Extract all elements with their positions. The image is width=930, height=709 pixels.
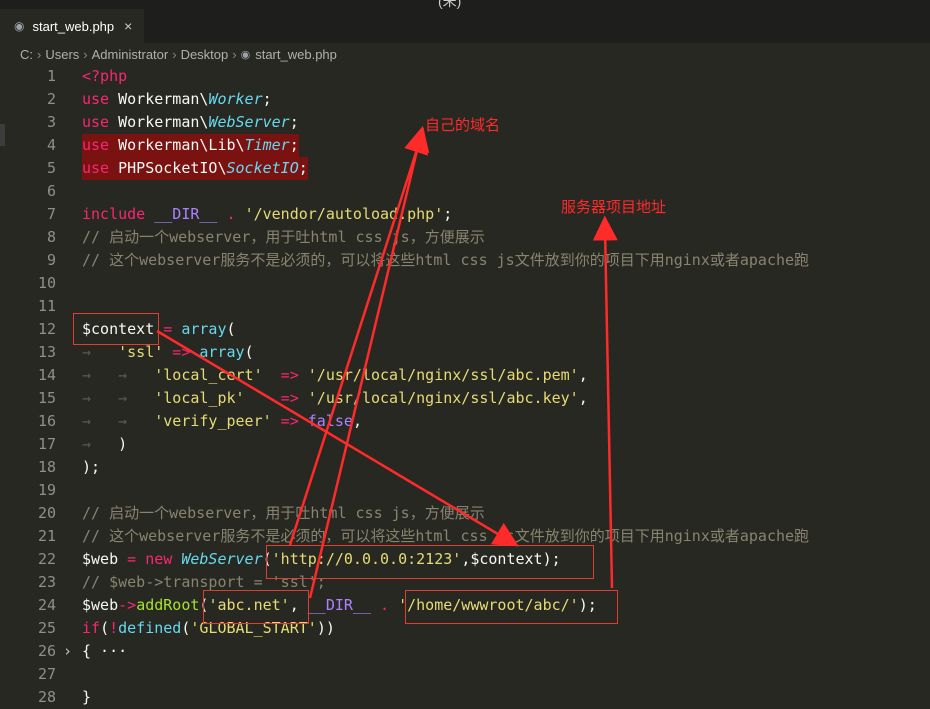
arrow-domain-to-label [308, 125, 430, 599]
arrow-webserver-to-domain-label [288, 128, 429, 546]
arrow-path-to-label [592, 215, 618, 589]
annotation-arrows [156, 125, 618, 599]
